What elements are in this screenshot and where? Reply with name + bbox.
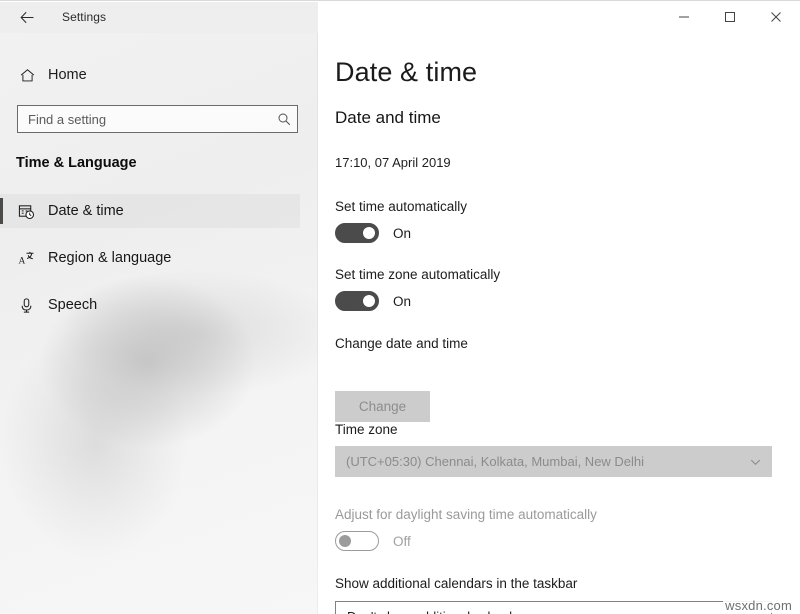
- additional-calendars-label: Show additional calendars in the taskbar: [335, 576, 577, 591]
- set-timezone-automatically-label: Set time zone automatically: [335, 267, 500, 282]
- group-title: Date and time: [335, 108, 441, 128]
- sidebar-item-label: Region & language: [48, 250, 171, 266]
- time-zone-select[interactable]: (UTC+05:30) Chennai, Kolkata, Mumbai, Ne…: [335, 446, 772, 477]
- back-arrow-icon: [19, 10, 36, 25]
- sidebar-item-date-time[interactable]: Date & time: [0, 194, 300, 228]
- set-timezone-automatically-toggle[interactable]: [335, 291, 379, 311]
- maximize-button[interactable]: [707, 2, 753, 32]
- back-button[interactable]: [10, 2, 44, 33]
- daylight-saving-label: Adjust for daylight saving time automati…: [335, 507, 597, 522]
- microphone-icon: [16, 295, 36, 315]
- daylight-saving-row[interactable]: Off: [335, 531, 411, 551]
- daylight-saving-toggle[interactable]: [335, 531, 379, 551]
- set-timezone-automatically-state: On: [393, 294, 411, 309]
- sidebar: Home Time & Language: [0, 2, 318, 614]
- toggle-knob: [363, 295, 375, 307]
- set-time-automatically-toggle[interactable]: [335, 223, 379, 243]
- daylight-saving-state: Off: [393, 534, 411, 549]
- search-icon[interactable]: [271, 106, 297, 132]
- set-time-automatically-state: On: [393, 226, 411, 241]
- chevron-down-icon: [749, 455, 762, 468]
- minimize-icon: [678, 11, 690, 23]
- sidebar-item-region-language[interactable]: A Region & language: [0, 241, 300, 275]
- toggle-knob: [363, 227, 375, 239]
- change-date-time-label: Change date and time: [335, 336, 468, 351]
- search-box[interactable]: [17, 105, 298, 133]
- set-time-automatically-label: Set time automatically: [335, 199, 467, 214]
- time-zone-label: Time zone: [335, 422, 398, 437]
- sidebar-item-speech[interactable]: Speech: [0, 288, 300, 322]
- content-pane: Date & time Date and time 17:10, 07 Apri…: [318, 33, 800, 614]
- sidebar-item-label: Speech: [48, 297, 97, 313]
- sidebar-home-label: Home: [48, 67, 87, 83]
- watermark: wsxdn.com: [723, 598, 794, 613]
- close-button[interactable]: [753, 2, 799, 32]
- maximize-icon: [724, 11, 736, 23]
- current-datetime-readout: 17:10, 07 April 2019: [335, 155, 451, 170]
- set-timezone-automatically-row[interactable]: On: [335, 291, 411, 311]
- language-icon: A: [16, 248, 36, 268]
- page-title: Date & time: [335, 57, 477, 88]
- sidebar-section-title: Time & Language: [16, 155, 137, 171]
- search-input[interactable]: [18, 106, 271, 132]
- set-time-automatically-row[interactable]: On: [335, 223, 411, 243]
- settings-window: Home Time & Language: [0, 0, 800, 614]
- sidebar-item-home[interactable]: Home: [0, 60, 300, 90]
- additional-calendars-select[interactable]: Don't show additional calendars: [335, 601, 772, 614]
- selection-indicator: [0, 198, 3, 224]
- sidebar-item-label: Date & time: [48, 203, 124, 219]
- home-icon: [17, 65, 37, 85]
- calendar-clock-icon: [16, 201, 36, 221]
- change-button[interactable]: Change: [335, 391, 430, 422]
- additional-calendars-value: Don't show additional calendars: [347, 609, 530, 614]
- toggle-knob: [339, 535, 351, 547]
- close-icon: [770, 11, 782, 23]
- time-zone-value: (UTC+05:30) Chennai, Kolkata, Mumbai, Ne…: [346, 454, 644, 469]
- svg-text:A: A: [18, 256, 25, 266]
- minimize-button[interactable]: [661, 2, 707, 32]
